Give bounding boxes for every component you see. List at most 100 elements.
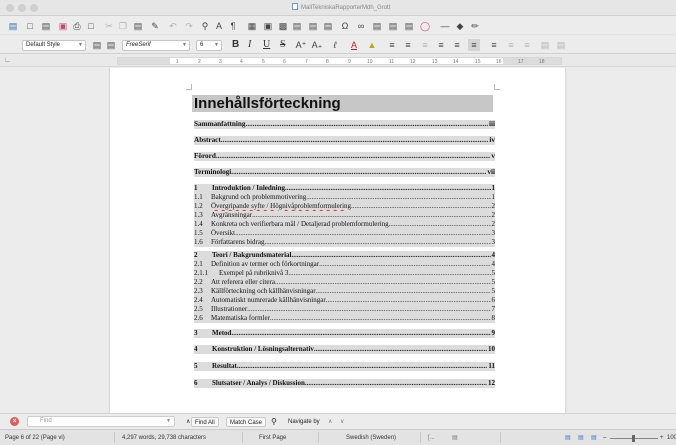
increase-indent-icon[interactable]: ≡: [506, 39, 516, 51]
bullets-icon[interactable]: ≡: [386, 39, 398, 51]
insert-field-icon[interactable]: ▤: [322, 20, 334, 32]
language[interactable]: Swedish (Sweden): [346, 433, 396, 443]
find-input[interactable]: Find ▼: [27, 416, 175, 427]
toc-entry[interactable]: 1.3Avgränsningar2: [194, 211, 495, 220]
italic-button[interactable]: I: [248, 39, 251, 51]
insert-mode-icon[interactable]: [...: [428, 433, 435, 443]
page-info[interactable]: Page 6 of 22 (Page vi): [5, 433, 65, 443]
bold-button[interactable]: B: [232, 39, 239, 51]
insert-page-break-icon[interactable]: ▤: [308, 20, 318, 32]
undo-icon[interactable]: ↶: [168, 20, 178, 32]
close-icon[interactable]: ×: [10, 417, 19, 426]
single-page-view-icon[interactable]: ▤: [565, 433, 571, 443]
toc-entry[interactable]: 1Introduktion / Inledning1: [194, 184, 495, 193]
insert-image-icon[interactable]: ▣: [262, 20, 274, 32]
align-right-icon[interactable]: ≡: [452, 39, 462, 51]
find-previous-icon[interactable]: ∧: [186, 417, 190, 427]
special-character-icon[interactable]: Ω: [340, 20, 350, 32]
multi-page-view-icon[interactable]: ▤: [578, 433, 584, 443]
insert-table-icon[interactable]: ▦: [246, 20, 258, 32]
tab-stop-icon[interactable]: ∟: [4, 57, 11, 64]
justify-icon[interactable]: ≡: [468, 39, 480, 51]
find-replace-icon[interactable]: ⚲: [200, 20, 210, 32]
minimize-window-button[interactable]: [18, 4, 26, 12]
save-icon[interactable]: ▣: [58, 20, 68, 32]
toc-entry[interactable]: 1.6Författarens bidrag3: [194, 238, 495, 247]
toc-heading[interactable]: Innehållsförteckning: [192, 95, 493, 112]
toc-entry[interactable]: Terminologivii: [194, 168, 495, 177]
toc-entry[interactable]: 2.2Att referera eller citera5: [194, 278, 495, 287]
comment-icon[interactable]: ▤: [388, 20, 398, 32]
word-count[interactable]: 4,297 words, 29,738 characters: [122, 433, 206, 443]
paragraph-spacing-icon[interactable]: ▤: [540, 39, 550, 51]
toc-entry[interactable]: 6Slutsatser / Analys / Diskussion12: [194, 379, 495, 388]
toc-entry[interactable]: 2.1 Definition av termer och förkortninga…: [194, 260, 495, 269]
subscript-icon[interactable]: A₊: [312, 39, 323, 51]
match-case-button[interactable]: Match Case: [226, 417, 267, 427]
toc-entry[interactable]: 2.5Illustrationer7: [194, 305, 495, 314]
paragraph-style-select[interactable]: Default Style ▼: [22, 40, 86, 51]
numbering-icon[interactable]: ≡: [402, 39, 414, 51]
font-name-select[interactable]: FreeSerif ▼: [122, 40, 190, 51]
find-all-button[interactable]: Find All: [191, 417, 219, 427]
basic-shapes-icon[interactable]: ◆: [454, 20, 466, 32]
close-window-button[interactable]: [6, 4, 14, 12]
font-size-select[interactable]: 6 ▼: [196, 40, 222, 51]
strikethrough-button[interactable]: S: [280, 39, 286, 51]
insert-line-icon[interactable]: —: [438, 20, 452, 32]
align-left-icon[interactable]: ≡: [420, 39, 430, 51]
toc-entry[interactable]: 2Teori / Bakgrundsmaterial4: [194, 251, 495, 260]
toc-entry[interactable]: 1.5Översikt3: [194, 229, 495, 238]
track-changes-icon[interactable]: ▤: [404, 20, 414, 32]
zoom-out-icon[interactable]: –: [603, 433, 606, 443]
toc-entry[interactable]: 5Resultat11: [194, 362, 495, 371]
record-changes-icon[interactable]: ◯: [420, 20, 430, 32]
draw-icon[interactable]: ✏: [470, 20, 480, 32]
new-document-icon[interactable]: ▤: [6, 20, 20, 32]
highlight-icon[interactable]: ▲: [366, 39, 378, 51]
hyperlink-icon[interactable]: ∞: [356, 20, 366, 32]
footnote-icon[interactable]: ▤: [372, 20, 382, 32]
horizontal-ruler[interactable]: ∟ 1 2 3 4 5 6 7 8 9 10 11 12 13 14 15 16…: [0, 55, 676, 67]
document-canvas[interactable]: Innehållsförteckning Sammanfattningiii A…: [0, 68, 676, 413]
toc-entry[interactable]: 1.4 Konkreta och verifierbara mål / Detal…: [194, 220, 495, 229]
toc-entry[interactable]: 2.6Matematiska formler8: [194, 314, 495, 323]
clear-formatting-icon[interactable]: ℓ: [330, 39, 340, 51]
align-center-icon[interactable]: ≡: [436, 39, 446, 51]
book-view-icon[interactable]: ▤: [591, 433, 597, 443]
navigate-up-icon[interactable]: ∧: [328, 417, 332, 427]
superscript-icon[interactable]: A⁺: [296, 39, 307, 51]
toc-entry[interactable]: 4Konstruktion / Lösningsalternativ10: [194, 345, 495, 354]
new-style-icon[interactable]: ▤: [106, 39, 116, 51]
copy-icon[interactable]: ❐: [118, 20, 128, 32]
toc-entry[interactable]: 2.3Källförteckning och källhänvisningar5: [194, 287, 495, 296]
navigate-down-icon[interactable]: ∨: [340, 417, 344, 427]
spelling-icon[interactable]: A: [214, 20, 224, 32]
toc-entry[interactable]: 2.1.1Exempel på rubriknivå 35: [194, 269, 495, 278]
search-icon[interactable]: ⚲: [271, 417, 277, 427]
toc-entry[interactable]: 3Metod9: [194, 329, 495, 338]
toc-entry[interactable]: 1.2 Övergripande syfte / Högnivåproblemfo…: [194, 202, 495, 211]
zoom-window-button[interactable]: [30, 4, 38, 12]
line-spacing-icon[interactable]: ≡: [488, 39, 500, 51]
zoom-level[interactable]: 100%: [667, 433, 676, 443]
toc-entry[interactable]: 1.1Bakgrund och problemmotivering1: [194, 193, 495, 202]
toc-entry[interactable]: Förordv: [194, 152, 495, 161]
clone-formatting-icon[interactable]: ✎: [150, 20, 160, 32]
print-preview-icon[interactable]: □: [86, 20, 96, 32]
formatting-marks-icon[interactable]: ¶: [228, 20, 238, 32]
zoom-slider-handle[interactable]: [632, 435, 635, 442]
update-style-icon[interactable]: ▤: [92, 39, 102, 51]
paragraph-dialog-icon[interactable]: ▤: [556, 39, 566, 51]
font-color-icon[interactable]: A: [348, 39, 360, 51]
toc-entry[interactable]: 2.4 Automatiskt numrerade källhänvisninga…: [194, 296, 495, 305]
underline-button[interactable]: U: [263, 39, 270, 51]
print-icon[interactable]: ⎙: [72, 20, 82, 32]
open-icon[interactable]: ▤: [40, 20, 52, 32]
insert-chart-icon[interactable]: ▩: [278, 20, 288, 32]
decrease-indent-icon[interactable]: ≡: [522, 39, 532, 51]
page-style[interactable]: First Page: [259, 433, 286, 443]
insert-textbox-icon[interactable]: ▤: [292, 20, 302, 32]
templates-icon[interactable]: □: [24, 20, 36, 32]
toc-entry[interactable]: Sammanfattningiii: [194, 120, 495, 129]
